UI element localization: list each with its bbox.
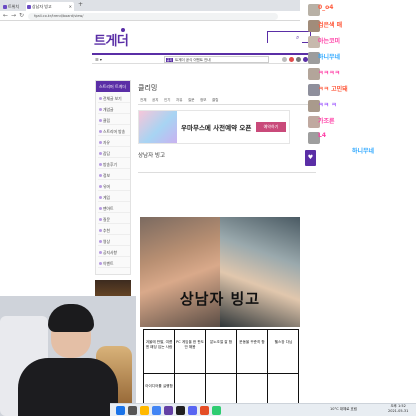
board-tab[interactable]: 전체 xyxy=(140,98,146,103)
board-tabs: 전체 공지 인기 자유 질문 정보 클립 xyxy=(138,97,316,105)
chat-message: 가조른 xyxy=(318,118,335,125)
board-tab[interactable]: 정보 xyxy=(200,98,206,103)
obs-icon[interactable] xyxy=(176,406,185,415)
bingo-cell: 운동을 꾸준히 함 xyxy=(237,330,268,374)
weather-tray[interactable]: 10°C 대체로 흐림 xyxy=(330,407,357,412)
board-tab[interactable]: 질문 xyxy=(188,98,194,103)
twitch-icon[interactable] xyxy=(164,406,173,415)
app-icon[interactable] xyxy=(200,406,209,415)
sidebar-item[interactable]: 영상 xyxy=(98,237,130,246)
site-logo[interactable]: 트게더 xyxy=(94,30,129,49)
streamer-body xyxy=(18,358,118,416)
clock[interactable]: 오후 1:52 2021-05-31 xyxy=(388,404,408,414)
forward-icon[interactable]: → xyxy=(11,12,16,20)
search-icon[interactable] xyxy=(128,406,137,415)
sidebar-item[interactable]: 전체글 보기 xyxy=(98,94,130,103)
app-icon[interactable] xyxy=(212,406,221,415)
sidebar-item[interactable]: 이벤트 xyxy=(98,259,130,268)
notice-ticker[interactable]: 트게더 공식 이벤트 안내 xyxy=(164,56,269,63)
bingo-cell: 겨울에 반팔, 여름엔 패딩 입는 사람 xyxy=(144,330,175,374)
sidebar-item[interactable]: 공지사항 xyxy=(98,248,130,257)
tab-label: 트위치 xyxy=(8,4,20,9)
new-tab-icon[interactable]: + xyxy=(78,1,83,8)
reload-icon[interactable]: ↻ xyxy=(19,12,24,20)
address-bar: ← → ↻ fgall.co.kr/trend/board/view/ xyxy=(0,11,300,21)
search-input[interactable] xyxy=(268,40,302,51)
category-menu-icon[interactable]: ☰ ▾ xyxy=(95,56,102,64)
chat-overlay: 0_o4 검은색 매 아는코미 하니무네 ㅋㅋㅋㅋ ㅋㅋ 고민돼 ㅋㅋ ㅋ 가조… xyxy=(304,0,416,160)
chat-message: 하니무네 xyxy=(352,148,375,155)
logo-dot-icon xyxy=(121,28,125,32)
sidebar-item[interactable]: 유머 xyxy=(98,182,130,191)
bingo-cell: 헬스장 다님 xyxy=(268,330,299,374)
bingo-title: 상남자 빙고 xyxy=(179,290,261,308)
banner-text: 우마무스메 사전예약 오픈 xyxy=(181,124,252,132)
photo-left xyxy=(140,217,220,327)
streamer-hair xyxy=(48,304,94,332)
browser-tab-active[interactable]: 상남자 빙고 ✕ xyxy=(26,2,74,11)
chat-message: ㅋㅋ 고민돼 xyxy=(318,86,348,93)
chat-message: 하니무네 xyxy=(318,54,341,61)
discord-icon[interactable] xyxy=(188,406,197,415)
sidebar-item[interactable]: 개념글 xyxy=(98,105,130,114)
notification-icon[interactable] xyxy=(289,57,294,62)
url-field[interactable]: fgall.co.kr/trend/board/view/ xyxy=(28,12,278,20)
post-title: 상남자 빙고 xyxy=(138,153,166,159)
sidebar-item[interactable]: 방송후기 xyxy=(98,160,130,169)
search-icon[interactable]: ⌕ xyxy=(296,34,299,42)
bingo-cell: PC 게임을 한 판도 안 해봄 xyxy=(175,330,206,374)
board-tab[interactable]: 인기 xyxy=(164,98,170,103)
chat-message: 0_o4 xyxy=(318,4,334,11)
banner-reserve-button[interactable]: 예약하기 xyxy=(256,122,286,132)
chat-message: ㅋㅋㅋㅋ xyxy=(318,70,341,77)
sidebar-item[interactable]: 스트리머 방송 xyxy=(98,127,130,136)
browser-tab[interactable]: 트위치 xyxy=(2,2,26,11)
bingo-header-image: 상남자 빙고 xyxy=(140,217,300,327)
sidebar: 스트리머 트게더 전체글 보기 개념글 클립 스트리머 방송 자유 잡담 방송후… xyxy=(95,80,131,275)
browser-tab-bar: 트위치 상남자 빙고 ✕ + xyxy=(0,0,300,11)
tab-label: 상남자 빙고 xyxy=(32,4,52,9)
bell-icon[interactable] xyxy=(282,57,287,62)
sidebar-item[interactable]: 팬아트 xyxy=(98,204,130,213)
chat-message: ㅋㅋ ㅋ xyxy=(318,102,337,109)
ad-banner[interactable]: 우마무스메 사전예약 오픈 예약하기 xyxy=(138,110,290,144)
sidebar-item[interactable]: 클립 xyxy=(98,116,130,125)
screen: 트위치 상남자 빙고 ✕ + ← → ↻ fgall.co.kr/trend/b… xyxy=(0,0,416,416)
sidebar-item[interactable]: 질문 xyxy=(98,215,130,224)
board-title[interactable]: 클리밍 xyxy=(138,83,157,93)
board-tab[interactable]: 공지 xyxy=(152,98,158,103)
bingo-cell: 분노조절 잘 함 xyxy=(206,330,237,374)
sidebar-item[interactable]: 정보 xyxy=(98,171,130,180)
taskbar xyxy=(110,403,416,416)
close-tab-icon[interactable]: ✕ xyxy=(69,2,72,11)
user-icon[interactable] xyxy=(296,57,301,62)
favicon-icon xyxy=(3,5,7,9)
sidebar-header[interactable]: 스트리머 트게더 xyxy=(96,81,130,92)
clock-date: 2021-05-31 xyxy=(388,409,409,413)
board-tab[interactable]: 클립 xyxy=(212,98,218,103)
board-tab[interactable]: 자유 xyxy=(176,98,182,103)
sidebar-item[interactable]: 추천 xyxy=(98,226,130,235)
chat-message: 아는코미 xyxy=(318,38,341,45)
chat-message: L4 xyxy=(318,132,326,139)
chat-message: 검은색 매 xyxy=(318,22,343,29)
banner-image xyxy=(139,111,177,143)
photo-right xyxy=(220,217,300,327)
notice-badge: 공지 xyxy=(166,58,173,62)
sidebar-item[interactable]: 잡담 xyxy=(98,149,130,158)
webcam-overlay xyxy=(0,296,136,416)
back-icon[interactable]: ← xyxy=(3,12,8,20)
sidebar-item[interactable]: 자유 xyxy=(98,138,130,147)
favicon-icon xyxy=(27,5,31,9)
start-icon[interactable] xyxy=(116,406,125,415)
folder-icon[interactable] xyxy=(140,406,149,415)
sidebar-item[interactable]: 게임 xyxy=(98,193,130,202)
chrome-icon[interactable] xyxy=(152,406,161,415)
